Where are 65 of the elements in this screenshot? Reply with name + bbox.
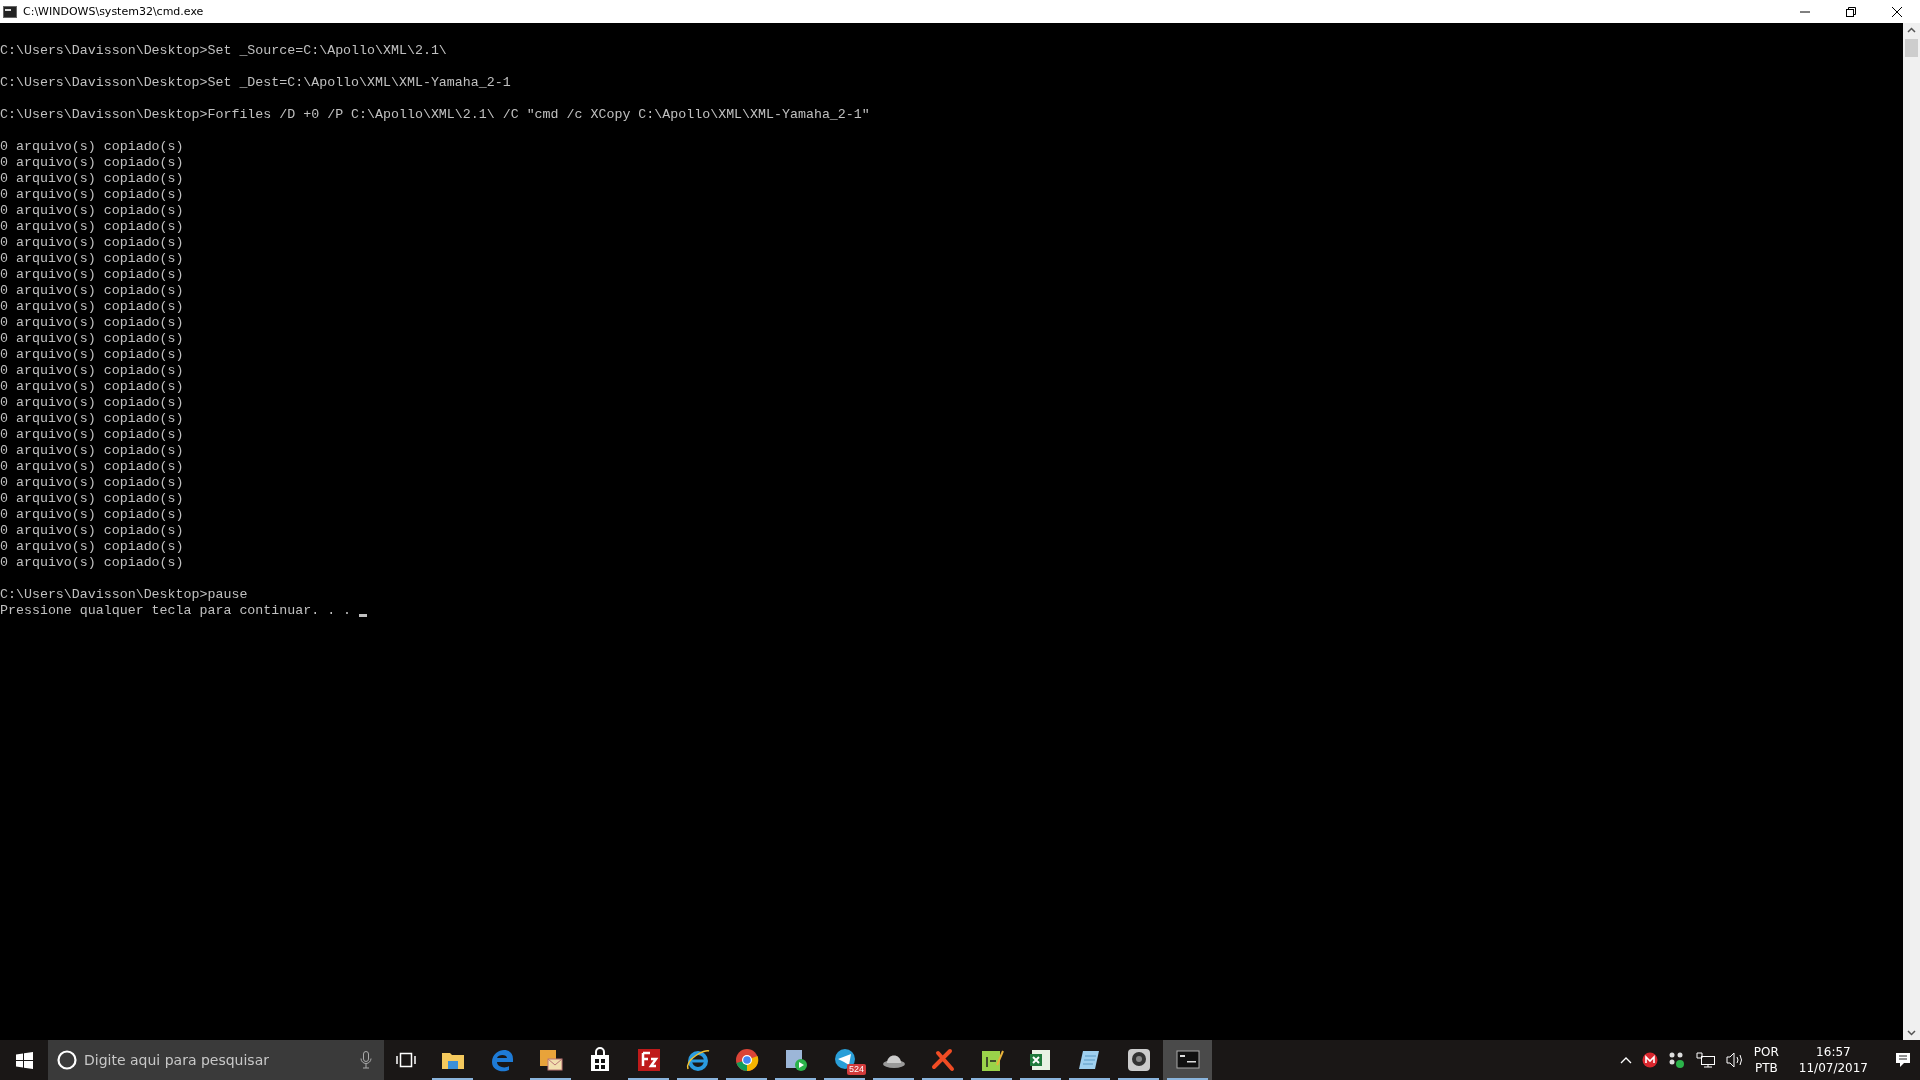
m-logo-icon[interactable] [1641,1052,1658,1068]
scrollbar[interactable] [1903,23,1920,1040]
volume-icon[interactable] [1725,1052,1744,1068]
console-line: 0 arquivo(s) copiado(s) [0,395,184,411]
notification-icon[interactable] [1894,1051,1912,1069]
language-code: POR [1753,1044,1779,1060]
console-line: 0 arquivo(s) copiado(s) [0,315,184,331]
restore-icon [1846,6,1856,17]
date: 11/07/2017 [1798,1060,1868,1076]
console-line: 0 arquivo(s) copiado(s) [0,219,184,235]
close-icon [1892,6,1902,17]
console-line: 0 arquivo(s) copiado(s) [0,555,184,571]
console-line: 0 arquivo(s) copiado(s) [0,267,184,283]
console-line: 0 arquivo(s) copiado(s) [0,139,184,155]
webcam-icon [1125,1047,1152,1073]
circle-icon [56,1049,78,1071]
e-letter-icon [684,1047,711,1073]
console-line: 0 arquivo(s) copiado(s) [0,251,184,267]
console-line: C:\Users\Davisson\Desktop>Forfiles /D +0 /P C:\Apollo\XML\2.1\ /C "cmd /c XCopy C:\Apollo\XML\XML-Yamaha_2-1" [0,107,870,123]
console-line: 0 arquivo(s) copiado(s) [0,411,184,427]
envelope-icon [537,1047,564,1073]
console-line: C:\Users\Davisson\Desktop>Set _Dest=C:\Apollo\XML\XML-Yamaha_2-1 [0,75,511,91]
console-line: 0 arquivo(s) copiado(s) [0,331,184,347]
windows-logo-icon [15,1051,33,1069]
task-view-icon [396,1052,416,1068]
console-line: 0 arquivo(s) copiado(s) [0,443,184,459]
taskbar-app[interactable] [1163,1040,1212,1080]
console-line: 0 arquivo(s) copiado(s) [0,299,184,315]
time: 16:57 [1816,1044,1851,1060]
console-line: 0 arquivo(s) copiado(s) [0,491,184,507]
console-line: 0 arquivo(s) copiado(s) [0,363,184,379]
console-line: 0 arquivo(s) copiado(s) [0,171,184,187]
console-line: 0 arquivo(s) copiado(s) [0,523,184,539]
console-line: 0 arquivo(s) copiado(s) [0,203,184,219]
console-line: 0 arquivo(s) copiado(s) [0,283,184,299]
console-line: 0 arquivo(s) copiado(s) [0,507,184,523]
clock[interactable]: 16:57 11/07/2017 [1798,1044,1868,1076]
console-line: 0 arquivo(s) copiado(s) [0,427,184,443]
fz-logo-icon [635,1047,662,1073]
console-line: 0 arquivo(s) copiado(s) [0,379,184,395]
language-code: PTB [1754,1060,1778,1076]
chevron-up-icon[interactable] [1619,1056,1632,1064]
console-line: C:\Users\Davisson\Desktop>Set _Source=C:\Apollo\XML\2.1\ [0,43,447,59]
console-line: 0 arquivo(s) copiado(s) [0,475,184,491]
scrollbar-thumb[interactable] [1905,39,1918,57]
browser-circle-icon [733,1047,760,1073]
taskbar-app[interactable]: 524 [820,1040,869,1080]
x-logo-icon [929,1047,956,1073]
console-line: 0 arquivo(s) copiado(s) [0,459,184,475]
console-line: C:\Users\Davisson\Desktop>pause [0,587,248,603]
console-line: 0 arquivo(s) copiado(s) [0,539,184,555]
console-line: Pressione qualquer tecla para continuar. . . [0,603,353,619]
language-indicator[interactable]: POR PTB [1753,1044,1779,1076]
count-badge: 524 [846,1064,866,1075]
console-line: 0 arquivo(s) copiado(s) [0,347,184,363]
text-cursor [359,614,368,617]
search-field[interactable]: Digite aqui para pesquisar [48,1040,384,1080]
terminal-icon [3,5,17,18]
console-line: 0 arquivo(s) copiado(s) [0,155,184,171]
window-title: C:\WINDOWS\system32\cmd.exe [23,5,204,18]
microphone-icon[interactable] [360,1051,372,1069]
console-line: 0 arquivo(s) copiado(s) [0,187,184,203]
console-line: 0 arquivo(s) copiado(s) [0,235,184,251]
network-icon[interactable] [1695,1052,1716,1068]
dots-check-icon[interactable] [1667,1051,1686,1069]
